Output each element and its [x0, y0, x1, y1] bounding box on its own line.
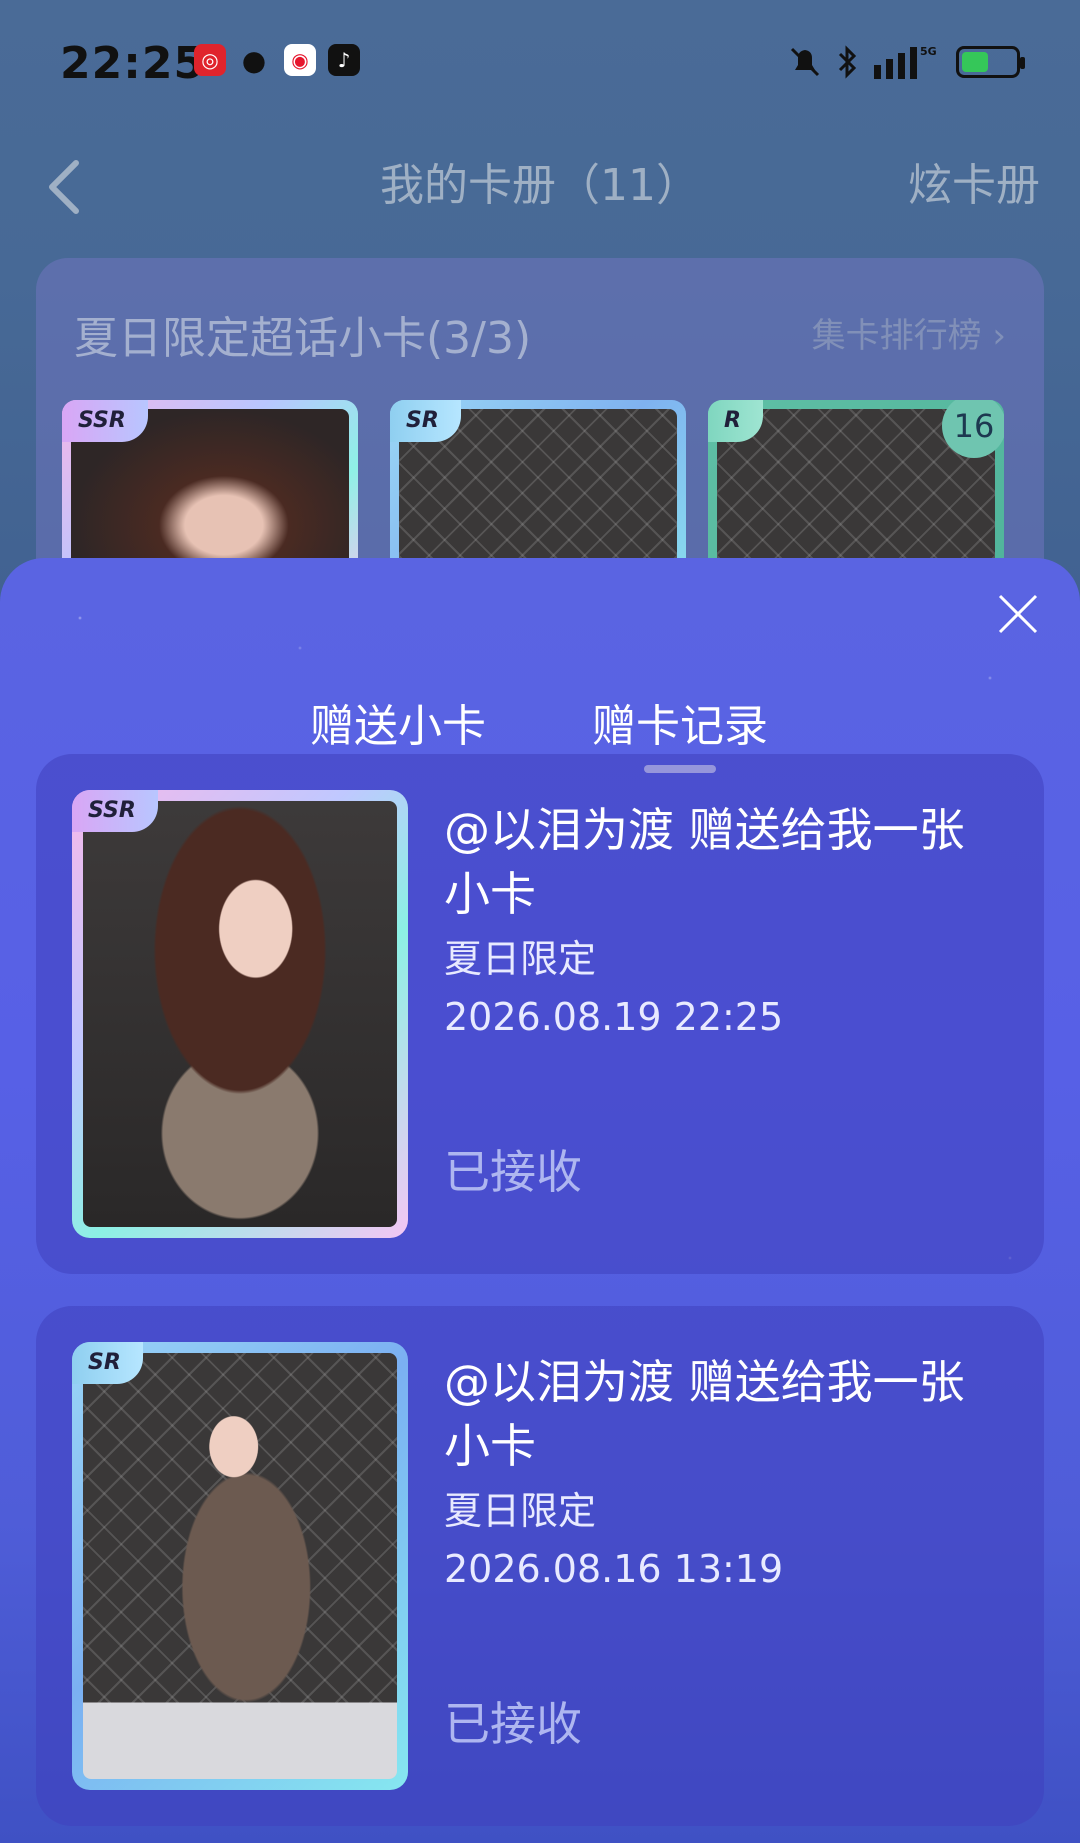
rarity-tag: SR	[390, 400, 461, 442]
bluetooth-icon	[838, 45, 857, 79]
card-count-badge: 16	[942, 400, 1004, 458]
status-bar: 22:25 ◎ ● ◉ ♪ 5G	[0, 0, 1080, 125]
weibo-icon: ◉	[284, 44, 316, 76]
tab-send-card[interactable]: 赠送小卡	[310, 690, 486, 754]
record-card: SR @以泪为渡 赠送给我一张小卡 夏日限定 2026.08.16 13:19 …	[36, 1306, 1044, 1826]
tab-gift-records[interactable]: 赠卡记录	[592, 690, 768, 754]
record-info: @以泪为渡 赠送给我一张小卡 夏日限定 2026.08.19 22:25	[444, 798, 1004, 1046]
gift-record-sheet: 赠送小卡 赠卡记录 SSR @以泪为渡 赠送给我一张小卡 夏日限定 2026.0…	[0, 558, 1080, 1843]
network-type: 5G	[920, 45, 937, 58]
rarity-tag: SSR	[62, 400, 148, 442]
rarity-tag: SR	[72, 1342, 143, 1384]
system-status-icons: 5G	[786, 42, 1025, 82]
record-datetime: 2026.08.16 13:19	[444, 1547, 784, 1591]
card-thumbnail[interactable]: SR	[72, 1342, 408, 1790]
record-info: @以泪为渡 赠送给我一张小卡 夏日限定 2026.08.16 13:19	[444, 1350, 1004, 1598]
show-album-button[interactable]: 炫卡册	[908, 149, 1040, 213]
signal-icon: 5G	[874, 45, 937, 79]
chevron-right-icon: ›	[992, 316, 1006, 356]
tab-bar: 赠送小卡 赠卡记录	[0, 630, 1080, 773]
status-time: 22:25	[60, 38, 206, 89]
battery-icon	[956, 46, 1025, 78]
wechat-icon: ●	[241, 43, 267, 77]
record-series: 夏日限定	[444, 937, 597, 981]
rarity-tag: SSR	[72, 790, 158, 832]
netease-music-icon: ◎	[194, 44, 226, 76]
ranking-link[interactable]: 集卡排行榜 ›	[812, 308, 1006, 357]
card-photo	[83, 801, 397, 1227]
record-title: @以泪为渡 赠送给我一张小卡	[444, 1355, 965, 1473]
nav-bar: 我的卡册（11） 炫卡册	[0, 125, 1080, 250]
douyin-icon: ♪	[328, 44, 360, 76]
card-thumbnail[interactable]: SSR	[72, 790, 408, 1238]
mute-bell-icon	[790, 47, 820, 77]
album-title: 夏日限定超话小卡(3/3)	[74, 313, 532, 364]
record-status: 已接收	[444, 1145, 582, 1199]
record-status: 已接收	[444, 1697, 582, 1751]
record-datetime: 2026.08.19 22:25	[444, 995, 784, 1039]
record-title: @以泪为渡 赠送给我一张小卡	[444, 803, 965, 921]
record-series: 夏日限定	[444, 1489, 597, 1533]
ranking-link-label: 集卡排行榜	[811, 316, 982, 356]
record-card: SSR @以泪为渡 赠送给我一张小卡 夏日限定 2026.08.19 22:25…	[36, 754, 1044, 1274]
card-photo	[83, 1353, 397, 1779]
